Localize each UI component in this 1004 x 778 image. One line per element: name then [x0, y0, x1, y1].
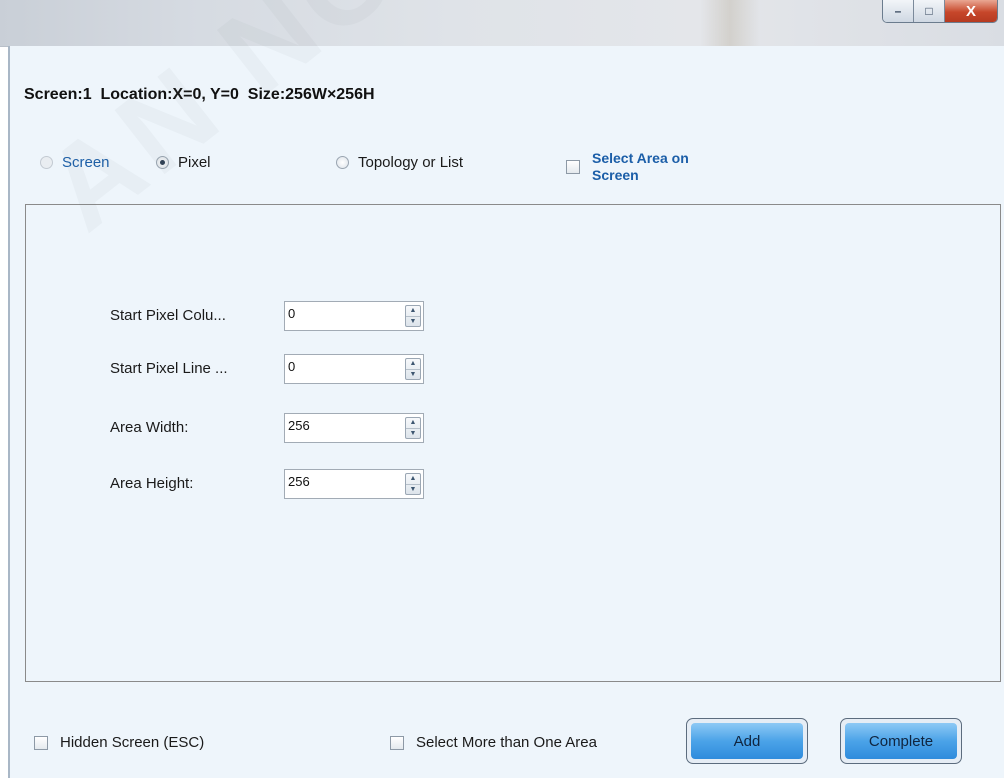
window-controls: – □ X	[882, 0, 998, 23]
area-selection-dialog: Screen:1 Location:X=0, Y=0 Size:256W×256…	[8, 46, 1004, 778]
select-more-label: Select More than One Area	[416, 734, 597, 751]
area-width-label: Area Width:	[110, 419, 189, 436]
start-pixel-line-label: Start Pixel Line ...	[110, 360, 228, 377]
select-more-checkbox[interactable]	[390, 735, 404, 750]
select-area-label: Select Area on Screen	[592, 150, 689, 183]
spin-buttons: ▲ ▼	[405, 417, 421, 439]
radio-topology-label: Topology or List	[358, 154, 464, 171]
area-height-value[interactable]: 256	[288, 474, 310, 489]
spin-down-icon[interactable]: ▼	[406, 485, 420, 495]
select-area-on-screen[interactable]: Select Area on Screen	[566, 150, 732, 184]
field-area-width: Area Width: 256 ▲ ▼	[26, 413, 446, 443]
window-title-bar: – □ X	[0, 0, 1004, 47]
complete-button[interactable]: Complete	[840, 718, 962, 764]
select-more-option[interactable]: Select More than One Area	[390, 734, 597, 751]
radio-pixel-indicator	[156, 156, 169, 169]
spin-down-icon[interactable]: ▼	[406, 317, 420, 327]
spin-up-icon[interactable]: ▲	[406, 474, 420, 485]
close-button[interactable]: X	[945, 0, 997, 22]
area-height-spinner[interactable]: 256 ▲ ▼	[284, 469, 424, 499]
radio-topology[interactable]: Topology or List	[336, 154, 463, 171]
spin-down-icon[interactable]: ▼	[406, 429, 420, 439]
radio-screen-indicator	[40, 156, 53, 169]
hidden-screen-checkbox[interactable]	[34, 735, 48, 750]
minimize-button[interactable]: –	[883, 0, 914, 22]
hidden-screen-label: Hidden Screen (ESC)	[60, 734, 205, 751]
spin-buttons: ▲ ▼	[405, 305, 421, 327]
screen-info-label: Screen:1 Location:X=0, Y=0 Size:256W×256…	[24, 86, 375, 103]
spin-buttons: ▲ ▼	[405, 358, 421, 380]
radio-pixel-label: Pixel	[178, 154, 211, 171]
pixel-settings-panel: Start Pixel Colu... 0 ▲ ▼ Start Pixel Li…	[25, 204, 1001, 682]
spin-buttons: ▲ ▼	[405, 473, 421, 495]
area-width-spinner[interactable]: 256 ▲ ▼	[284, 413, 424, 443]
field-start-pixel-line: Start Pixel Line ... 0 ▲ ▼	[26, 354, 446, 384]
area-height-label: Area Height:	[110, 475, 194, 492]
radio-pixel[interactable]: Pixel	[156, 154, 211, 171]
spin-up-icon[interactable]: ▲	[406, 359, 420, 370]
field-start-pixel-column: Start Pixel Colu... 0 ▲ ▼	[26, 301, 446, 331]
spin-down-icon[interactable]: ▼	[406, 370, 420, 380]
radio-screen[interactable]: Screen	[40, 154, 110, 171]
complete-button-label: Complete	[845, 723, 957, 759]
start-pixel-column-value[interactable]: 0	[288, 306, 295, 321]
start-pixel-column-label: Start Pixel Colu...	[110, 307, 226, 324]
add-button[interactable]: Add	[686, 718, 808, 764]
start-pixel-line-value[interactable]: 0	[288, 359, 295, 374]
area-width-value[interactable]: 256	[288, 418, 310, 433]
add-button-label: Add	[691, 723, 803, 759]
field-area-height: Area Height: 256 ▲ ▼	[26, 469, 446, 499]
spin-up-icon[interactable]: ▲	[406, 306, 420, 317]
start-pixel-line-spinner[interactable]: 0 ▲ ▼	[284, 354, 424, 384]
select-area-checkbox[interactable]	[566, 160, 580, 174]
radio-screen-label: Screen	[62, 154, 110, 171]
hidden-screen-option[interactable]: Hidden Screen (ESC)	[34, 734, 204, 751]
start-pixel-column-spinner[interactable]: 0 ▲ ▼	[284, 301, 424, 331]
spin-up-icon[interactable]: ▲	[406, 418, 420, 429]
radio-topology-indicator	[336, 156, 349, 169]
maximize-button[interactable]: □	[914, 0, 945, 22]
